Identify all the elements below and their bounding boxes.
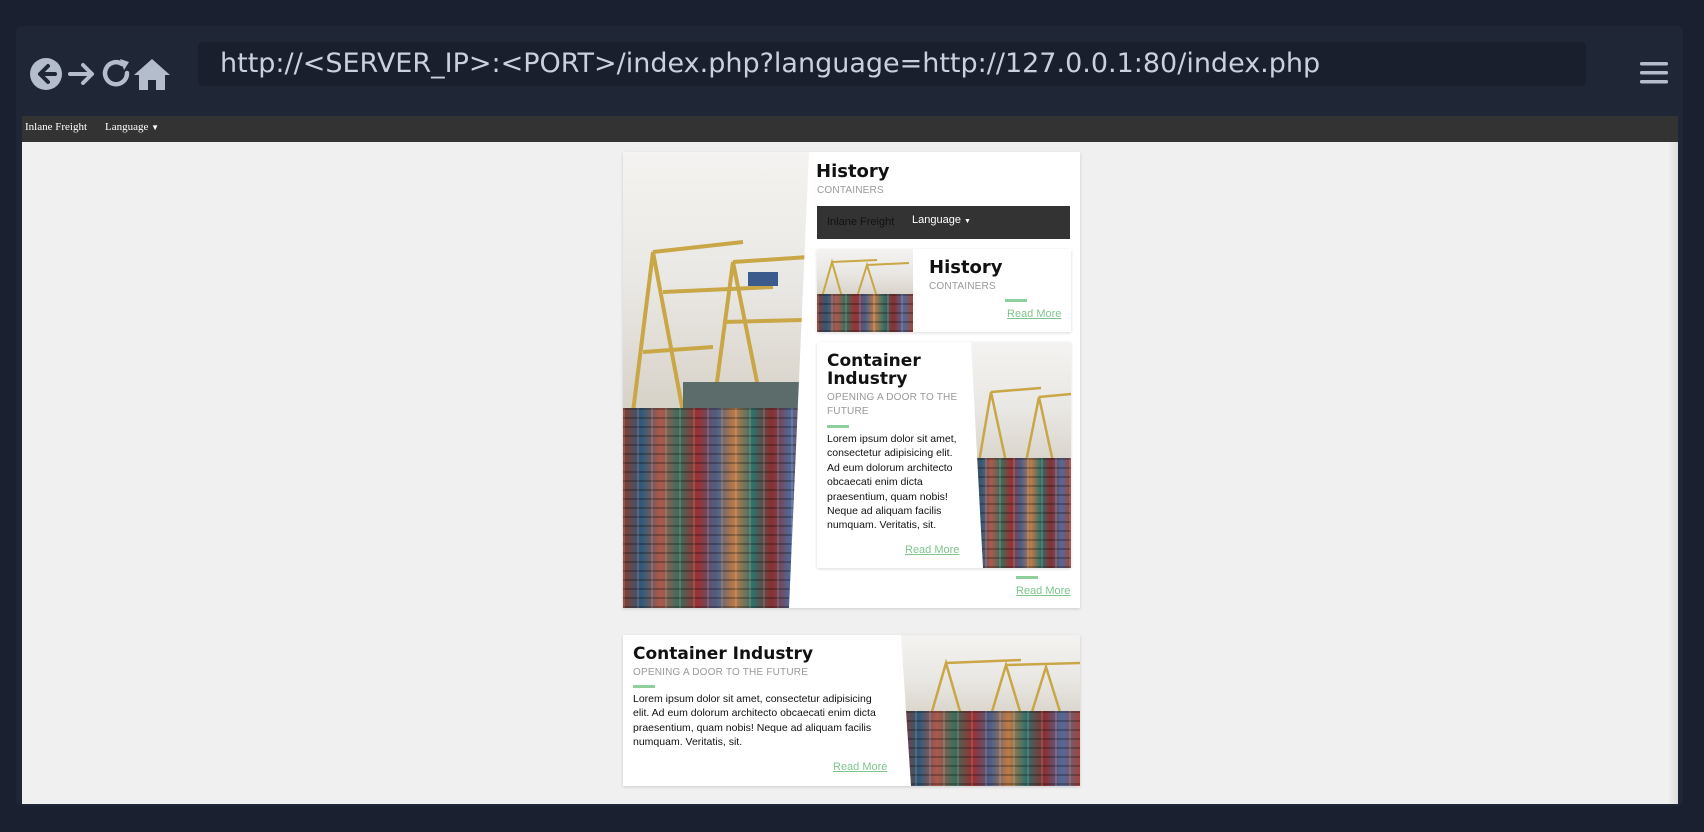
- accent-bar: [1016, 576, 1038, 579]
- nested-industry-body: Lorem ipsum dolor sit amet, consectetur …: [827, 433, 957, 532]
- caret-down-icon: ▼: [151, 123, 160, 132]
- caret-down-icon: ▼: [964, 218, 971, 225]
- industry-title: Container Industry: [633, 644, 814, 664]
- industry-body: Lorem ipsum dolor sit amet, consectetur …: [633, 693, 876, 749]
- mini-read-more-link[interactable]: Read More: [1007, 308, 1061, 320]
- site-navbar: Inlane Freight Language ▼: [22, 116, 1678, 142]
- accent-bar: [1005, 299, 1027, 302]
- industry-read-more-link[interactable]: Read More: [833, 761, 887, 773]
- mini-history-subtitle: CONTAINERS: [929, 281, 996, 292]
- industry-subtitle: OPENING A DOOR TO THE FUTURE: [633, 667, 809, 678]
- nested-industry-title-1: Container: [827, 351, 921, 371]
- port-cranes-photo: [623, 152, 809, 608]
- home-icon[interactable]: [132, 56, 172, 92]
- nested-industry-subtitle-2: FUTURE: [827, 406, 869, 417]
- history-subtitle: CONTAINERS: [817, 185, 884, 196]
- industry-port-photo: [901, 635, 1080, 786]
- back-arrow-circle-icon[interactable]: [28, 56, 64, 92]
- language-dropdown[interactable]: Language ▼: [105, 121, 159, 133]
- forward-arrow-icon[interactable]: [64, 56, 100, 92]
- history-card: History CONTAINERS Inlane Freight Langua…: [623, 152, 1080, 608]
- browser-toolbar: http://<SERVER_IP>:<PORT>/index.php?lang…: [16, 26, 1683, 116]
- address-bar[interactable]: http://<SERVER_IP>:<PORT>/index.php?lang…: [198, 42, 1586, 86]
- nested-industry-subtitle-1: OPENING A DOOR TO THE: [827, 392, 958, 403]
- accent-bar: [633, 685, 655, 688]
- history-read-more-link[interactable]: Read More: [1016, 585, 1070, 597]
- reload-icon[interactable]: [98, 56, 134, 92]
- scroll-shade: [1668, 142, 1678, 804]
- container-industry-card: Container Industry OPENING A DOOR TO THE…: [623, 635, 1080, 786]
- mini-port-photo: [817, 249, 913, 332]
- nested-industry-card: Container Industry OPENING A DOOR TO THE…: [817, 342, 1071, 568]
- mini-history-title: History: [929, 257, 1003, 278]
- nested-port-photo: [971, 342, 1071, 568]
- inner-language-label: Language: [912, 214, 961, 226]
- nested-read-more-link[interactable]: Read More: [905, 544, 959, 556]
- nested-industry-title-2: Industry: [827, 369, 908, 389]
- navbar-brand-link[interactable]: Inlane Freight: [25, 121, 87, 133]
- history-title: History: [816, 161, 890, 182]
- mini-history-card: History CONTAINERS Read More: [817, 249, 1071, 332]
- inner-navbar-brand-link[interactable]: Inlane Freight: [827, 216, 894, 228]
- page-viewport: Inlane Freight Language ▼ History CONTAI…: [22, 116, 1678, 804]
- inner-navbar: Inlane Freight Language ▼: [817, 206, 1070, 239]
- language-dropdown-label: Language: [105, 121, 149, 133]
- inner-language-dropdown[interactable]: Language ▼: [912, 214, 971, 226]
- hamburger-menu-icon[interactable]: [1639, 58, 1669, 88]
- browser-window: http://<SERVER_IP>:<PORT>/index.php?lang…: [16, 26, 1683, 806]
- accent-bar: [827, 425, 849, 428]
